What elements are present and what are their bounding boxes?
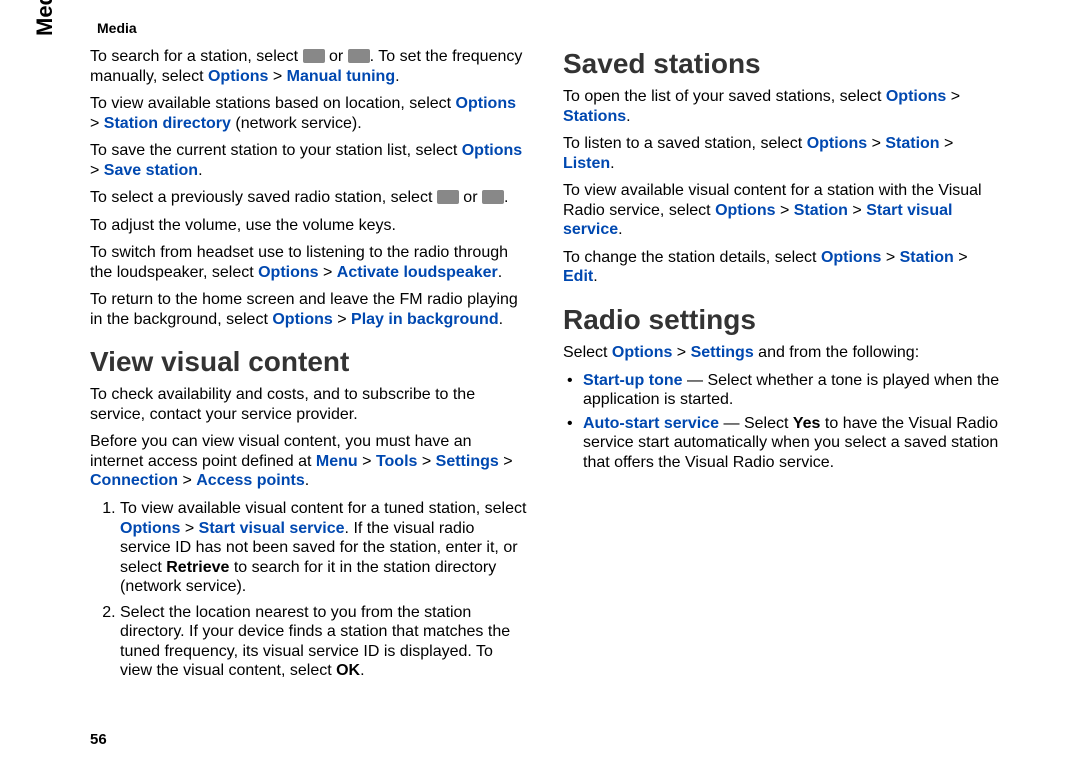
connection-link: Connection <box>90 472 178 489</box>
heading-saved-stations: Saved stations <box>563 47 1000 81</box>
auto-start-service-link: Auto-start service <box>583 415 719 432</box>
para-background: To return to the home screen and leave t… <box>90 290 527 329</box>
heading-view-visual-content: View visual content <box>90 345 527 379</box>
para-open-saved: To open the list of your saved stations,… <box>563 87 1000 126</box>
options-link: Options <box>462 142 522 159</box>
step-1: To view available visual content for a t… <box>120 499 527 597</box>
retrieve-label: Retrieve <box>166 559 229 576</box>
seek-right-icon <box>348 49 370 63</box>
para-station-directory: To view available stations based on loca… <box>90 94 527 133</box>
tools-link: Tools <box>376 453 417 470</box>
station-directory-link: Station directory <box>104 115 231 132</box>
visual-content-steps: To view available visual content for a t… <box>90 499 527 681</box>
ok-label: OK <box>336 662 360 679</box>
options-link: Options <box>715 202 775 219</box>
access-points-link: Access points <box>196 472 304 489</box>
heading-radio-settings: Radio settings <box>563 303 1000 337</box>
para-access-points: Before you can view visual content, you … <box>90 432 527 491</box>
options-link: Options <box>456 95 516 112</box>
start-visual-service-link: Start visual service <box>199 520 345 537</box>
settings-link: Settings <box>691 344 754 361</box>
setting-auto-start: Auto-start service — Select Yes to have … <box>577 414 1000 473</box>
setting-startup-tone: Start-up tone — Select whether a tone is… <box>577 371 1000 410</box>
para-check-availability: To check availability and costs, and to … <box>90 385 527 424</box>
para-prev-saved: To select a previously saved radio stati… <box>90 188 527 208</box>
options-link: Options <box>807 135 867 152</box>
options-link: Options <box>258 264 318 281</box>
para-radio-settings: Select Options > Settings and from the f… <box>563 343 1000 363</box>
seek-left-icon <box>303 49 325 63</box>
para-loudspeaker: To switch from headset use to listening … <box>90 243 527 282</box>
side-tab: Media <box>32 0 59 36</box>
para-save-station: To save the current station to your stat… <box>90 141 527 180</box>
page-number: 56 <box>90 731 107 749</box>
body-columns: To search for a station, select or . To … <box>90 47 1000 707</box>
station-link: Station <box>794 202 848 219</box>
page-header: Media <box>97 20 1000 37</box>
settings-link: Settings <box>436 453 499 470</box>
activate-loudspeaker-link: Activate loudspeaker <box>337 264 498 281</box>
para-listen-saved: To listen to a saved station, select Opt… <box>563 134 1000 173</box>
options-link: Options <box>612 344 672 361</box>
play-in-background-link: Play in background <box>351 311 499 328</box>
options-link: Options <box>886 88 946 105</box>
para-search-station: To search for a station, select or . To … <box>90 47 527 86</box>
next-station-icon <box>437 190 459 204</box>
station-link: Station <box>885 135 939 152</box>
para-volume: To adjust the volume, use the volume key… <box>90 216 527 236</box>
options-link: Options <box>120 520 180 537</box>
page: Media Media To search for a station, sel… <box>0 0 1080 779</box>
stations-link: Stations <box>563 108 626 125</box>
settings-list: Start-up tone — Select whether a tone is… <box>563 371 1000 473</box>
save-station-link: Save station <box>104 162 198 179</box>
para-edit-station: To change the station details, select Op… <box>563 248 1000 287</box>
options-link: Options <box>821 249 881 266</box>
start-up-tone-link: Start-up tone <box>583 372 683 389</box>
para-visual-saved: To view available visual content for a s… <box>563 181 1000 240</box>
yes-label: Yes <box>793 415 821 432</box>
options-link: Options <box>208 68 268 85</box>
options-link: Options <box>272 311 332 328</box>
station-link: Station <box>900 249 954 266</box>
step-2: Select the location nearest to you from … <box>120 603 527 681</box>
edit-link: Edit <box>563 268 593 285</box>
prev-station-icon <box>482 190 504 204</box>
menu-link: Menu <box>316 453 358 470</box>
manual-tuning-link: Manual tuning <box>287 68 395 85</box>
listen-link: Listen <box>563 155 610 172</box>
